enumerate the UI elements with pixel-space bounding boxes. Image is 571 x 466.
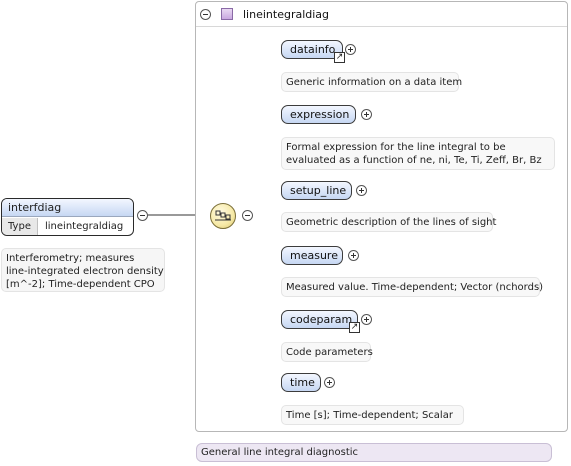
element-expression-label: expression	[290, 108, 350, 121]
setup-line-expand-icon[interactable]	[356, 185, 367, 196]
complex-type-icon	[221, 8, 233, 20]
root-collapse-icon[interactable]	[137, 210, 148, 221]
codeparam-annotation: Code parameters	[281, 342, 373, 362]
expression-annotation-line-1: Formal expression for the line integral …	[286, 142, 506, 153]
expression-annotation-line-2: evaluated as a function of ne, ni, Te, T…	[286, 155, 542, 166]
measure-annotation-text: Measured value. Time-dependent; Vector (…	[286, 282, 544, 293]
root-type-label: Type	[2, 218, 38, 235]
codeparam-annotation-text: Code parameters	[286, 347, 373, 358]
expression-expand-icon[interactable]	[361, 109, 372, 120]
time-annotation-text: Time [s]; Time-dependent; Scalar	[286, 410, 453, 421]
datainfo-annotation-text: Generic information on a data item	[286, 77, 463, 88]
element-codeparam-label: codeparam	[290, 313, 353, 326]
sequence-glyph-icon	[215, 210, 231, 221]
datainfo-expand-icon[interactable]	[345, 44, 356, 55]
complex-type-collapse-icon[interactable]	[200, 9, 211, 20]
root-element-name: interfdiag	[2, 199, 133, 217]
reference-arrow-icon: ↗	[349, 322, 360, 333]
setup-line-annotation: Geometric description of the lines of si…	[281, 212, 497, 232]
time-annotation: Time [s]; Time-dependent; Scalar	[281, 405, 464, 425]
root-type-value: lineintegraldiag	[45, 221, 124, 232]
element-codeparam[interactable]: codeparam	[281, 310, 358, 329]
setup-line-annotation-text: Geometric description of the lines of si…	[286, 217, 497, 228]
time-expand-icon[interactable]	[324, 377, 335, 388]
element-time[interactable]: time	[281, 373, 321, 392]
datainfo-annotation: Generic information on a data item	[281, 72, 463, 92]
measure-annotation: Measured value. Time-dependent; Vector (…	[281, 277, 544, 297]
element-setup-line-label: setup_line	[290, 184, 347, 197]
element-measure[interactable]: measure	[281, 246, 343, 265]
element-datainfo-label: datainfo	[290, 43, 336, 56]
root-annotation-line-1: Interferometry; measures	[6, 253, 135, 264]
element-measure-label: measure	[290, 249, 338, 262]
measure-expand-icon[interactable]	[348, 250, 359, 261]
root-annotation-line-2: line-integrated electron density	[6, 266, 164, 277]
root-annotation-line-3: [m^-2]; Time-dependent CPO	[6, 279, 155, 290]
complex-type-annotation-text: General line integral diagnostic	[201, 447, 359, 458]
compositor-collapse-icon[interactable]	[242, 210, 253, 221]
sequence-compositor-icon[interactable]	[210, 203, 236, 229]
complex-type-name: lineintegraldiag	[243, 8, 330, 21]
element-expression[interactable]: expression	[281, 105, 356, 124]
expression-annotation: Formal expression for the line integral …	[281, 137, 555, 170]
element-setup-line[interactable]: setup_line	[281, 181, 352, 200]
codeparam-expand-icon[interactable]	[361, 314, 372, 325]
complex-type-annotation: General line integral diagnostic	[196, 443, 552, 462]
root-annotation: Interferometry; measures line-integrated…	[1, 248, 165, 292]
reference-arrow-icon: ↗	[334, 52, 345, 63]
element-time-label: time	[290, 376, 315, 389]
root-element-interfdiag[interactable]: interfdiag Type lineintegraldiag	[1, 198, 134, 236]
